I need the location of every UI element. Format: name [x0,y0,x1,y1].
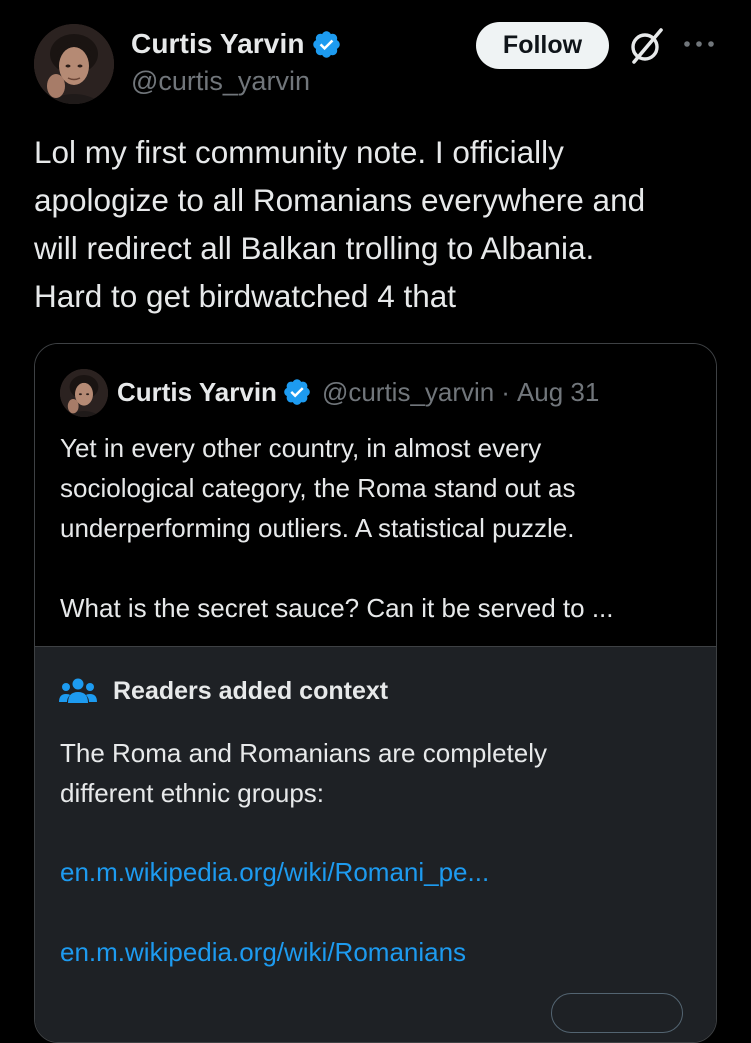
tweet-text: Lol my first community note. I officiall… [34,128,714,320]
verified-icon [312,30,340,58]
quote-line: sociological category, the Roma stand ou… [60,473,576,503]
quote-separator: · [501,376,510,407]
quote-text: Yet in every other country, in almost ev… [60,428,700,628]
note-link-romanians[interactable]: en.m.wikipedia.org/wiki/Romanians [60,937,466,968]
author-name-row[interactable]: Curtis Yarvin [131,26,342,62]
community-note-title: Readers added context [113,676,389,705]
tweet-line: apologize to all Romanians everywhere an… [34,182,646,218]
quoted-tweet[interactable]: Curtis Yarvin @curtis_yarvin · Aug 31 Ye… [35,344,716,646]
author-handle[interactable]: @curtis_yarvin [131,66,310,97]
rate-note-button[interactable] [551,993,683,1033]
quote-date[interactable]: Aug 31 [517,377,599,408]
grok-icon[interactable] [628,26,666,66]
quote-handle[interactable]: @curtis_yarvin [322,377,494,408]
verified-icon [284,379,310,405]
avatar[interactable] [34,24,114,104]
more-icon[interactable] [682,34,716,54]
community-note-header: Readers added context [59,673,388,709]
quote-line: What is the secret sauce? Can it be serv… [60,593,614,623]
community-note-body: The Roma and Romanians are completely di… [60,733,547,813]
quoted-tweet-card[interactable]: Curtis Yarvin @curtis_yarvin · Aug 31 Ye… [34,343,717,1043]
quote-avatar[interactable] [60,369,108,417]
author-display-name[interactable]: Curtis Yarvin [131,28,305,60]
tweet-header: Curtis Yarvin @curtis_yarvin Follow [0,0,751,110]
quote-line: Yet in every other country, in almost ev… [60,433,542,463]
follow-button[interactable]: Follow [476,22,609,69]
quote-display-name[interactable]: Curtis Yarvin [117,377,277,408]
tweet-line: Hard to get birdwatched 4 that [34,278,457,314]
tweet-line: will redirect all Balkan trolling to Alb… [34,230,595,266]
community-note: Readers added context The Roma and Roman… [35,646,716,1042]
avatar-image [34,24,114,104]
quote-meta-row: Curtis Yarvin @curtis_yarvin · Aug 31 [117,374,599,410]
note-link-romani[interactable]: en.m.wikipedia.org/wiki/Romani_pe... [60,857,489,888]
people-icon [59,678,97,703]
quote-line: underperforming outliers. A statistical … [60,513,575,543]
note-line: different ethnic groups: [60,778,325,808]
note-line: The Roma and Romanians are completely [60,738,548,768]
tweet-line: Lol my first community note. I officiall… [34,134,564,170]
quote-avatar-image [60,369,108,417]
